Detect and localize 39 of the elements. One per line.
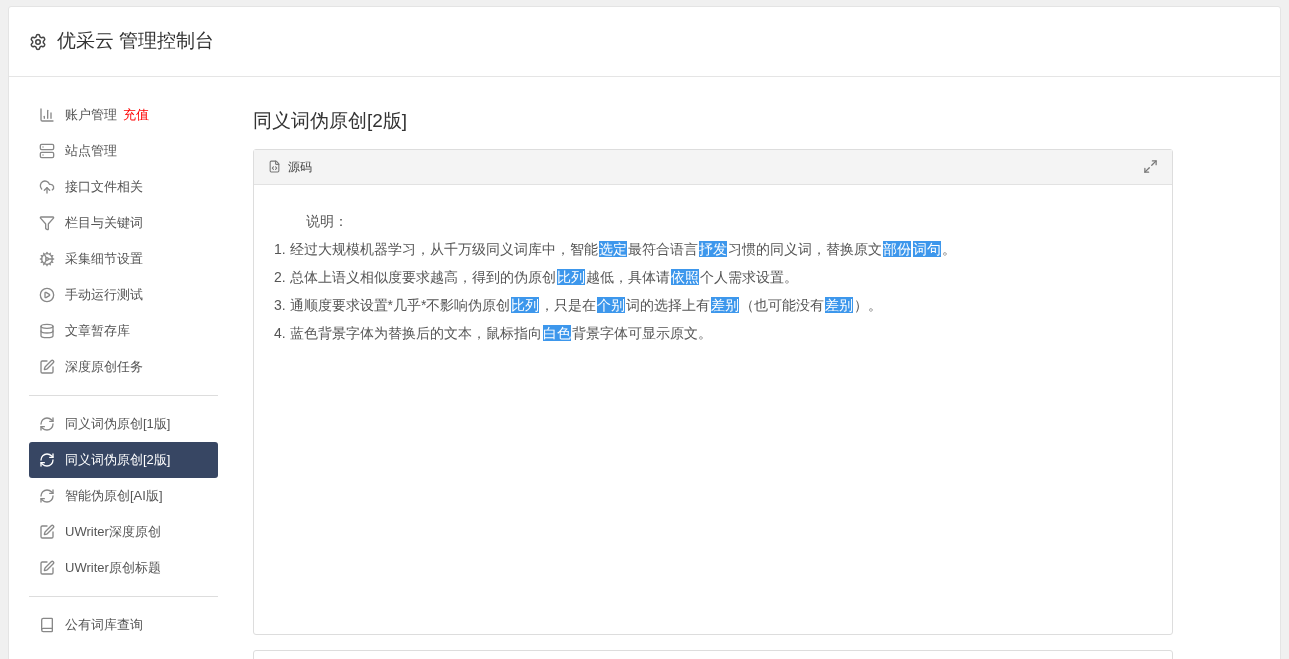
refresh-icon <box>39 452 55 468</box>
database-icon <box>39 323 55 339</box>
cloud-upload-icon <box>39 179 55 195</box>
description-line: 1. 经过大规模机器学习，从千万级同义词库中，智能选定最符合语言抒发习惯的同义词，替换原文部份词句。 <box>274 239 956 259</box>
source-code-icon <box>268 160 281 173</box>
sidebar-item[interactable]: 栏目与关键词 <box>29 205 218 241</box>
fullscreen-icon[interactable] <box>1143 159 1158 174</box>
chart-icon <box>39 107 55 123</box>
sidebar-item[interactable]: UWriter深度原创 <box>29 514 218 550</box>
sidebar-item[interactable]: 采集细节设置 <box>29 241 218 277</box>
sidebar-item[interactable]: 接口文件相关 <box>29 169 218 205</box>
sidebar-item[interactable]: 公有词库查询 <box>29 607 218 643</box>
description-line: 2. 总体上语义相似度要求越高，得到的伪原创 比列越低，具体请依照个人需求设置。 <box>274 267 798 287</box>
filter-icon <box>39 215 55 231</box>
settings-icon <box>29 32 47 51</box>
sidebar-item[interactable]: 深度原创任务 <box>29 349 218 385</box>
description-line: 3. 通顺度要求设置*几乎*不影响伪原创 比列，只是在个别词的选择上有差别（也可能没有差别）。 <box>274 295 883 315</box>
sidebar-item[interactable]: 文章暂存库 <box>29 313 218 349</box>
description-line: 4. 蓝色背景字体为替换后的文本，鼠标指向 白色背景字体可显示原文。 <box>274 323 712 343</box>
section-title: 同义词伪原创[2版] <box>253 109 409 133</box>
edit-icon <box>39 359 55 375</box>
recharge-link[interactable]: 充值 <box>123 105 149 125</box>
sidebar-item[interactable]: 账户管理 充值 <box>29 97 218 133</box>
play-icon <box>39 287 55 303</box>
server-icon <box>39 143 55 159</box>
book-icon <box>39 617 55 633</box>
console-title: 优采云 管理控制台 <box>57 29 215 54</box>
sidebar-item[interactable]: 同义词伪原创[2版] <box>29 442 218 478</box>
sidebar-item[interactable]: 手动运行测试 <box>29 277 218 313</box>
edit-icon <box>39 524 55 540</box>
source-tab[interactable]: 源码 <box>288 157 312 176</box>
sidebar-item[interactable]: 智能伪原创[AI版] <box>29 478 218 514</box>
refresh-icon <box>39 416 55 432</box>
sidebar-item[interactable]: 同义词伪原创[1版] <box>29 406 218 442</box>
edit-icon <box>39 560 55 576</box>
refresh-icon <box>39 488 55 504</box>
sidebar-item[interactable]: UWriter原创标题 <box>29 550 218 586</box>
sidebar-item[interactable]: 站点管理 <box>29 133 218 169</box>
description-heading: 说明： <box>305 211 348 231</box>
